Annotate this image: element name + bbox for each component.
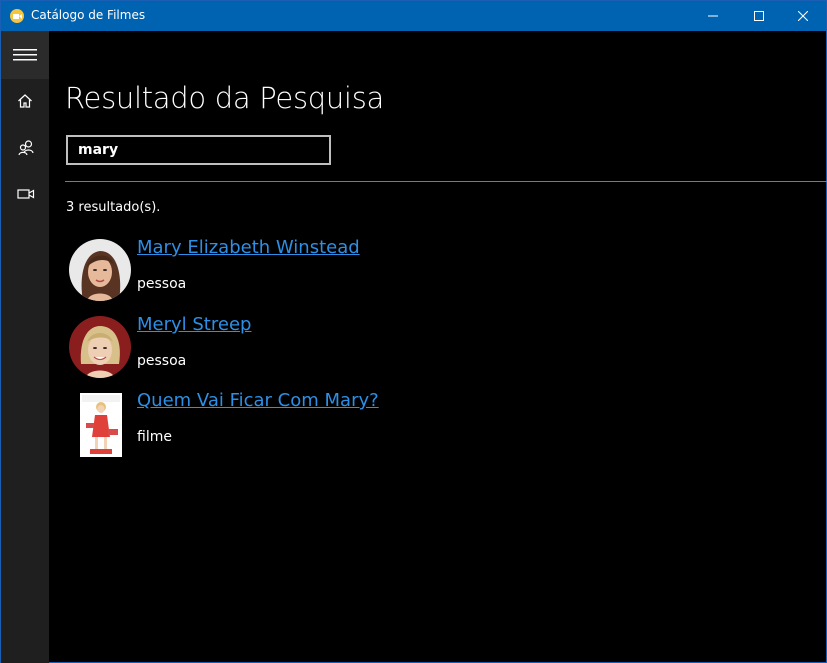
app-window: Catálogo de Filmes Resultado da Pesquisa… — [0, 0, 827, 663]
result-type: pessoa — [137, 276, 187, 292]
maximize-icon — [754, 11, 764, 21]
window-title: Catálogo de Filmes — [31, 8, 146, 22]
minimize-button[interactable] — [690, 1, 736, 31]
home-icon — [18, 94, 32, 108]
search-input[interactable] — [68, 137, 329, 163]
hamburger-menu-button[interactable] — [1, 31, 49, 79]
close-icon — [798, 11, 808, 21]
list-item: Mary Elizabeth Winstead pessoa — [67, 237, 767, 307]
result-title-link[interactable]: Meryl Streep — [137, 314, 251, 335]
hamburger-menu-icon — [13, 49, 37, 61]
list-item: Meryl Streep pessoa — [67, 314, 767, 384]
people-icon — [18, 140, 34, 156]
nav-item-people[interactable] — [1, 125, 49, 171]
result-count: 3 resultado(s). — [66, 200, 161, 215]
result-type: pessoa — [137, 353, 187, 369]
page-title: Resultado da Pesquisa — [65, 81, 384, 115]
maximize-button[interactable] — [736, 1, 782, 31]
close-button[interactable] — [780, 1, 826, 31]
avatar[interactable] — [69, 239, 131, 301]
movie-poster[interactable] — [80, 393, 122, 457]
search-box[interactable] — [66, 135, 331, 165]
minimize-icon — [708, 15, 718, 17]
avatar[interactable] — [69, 316, 131, 378]
divider — [65, 181, 827, 182]
result-title-link[interactable]: Quem Vai Ficar Com Mary? — [137, 390, 379, 411]
list-item: Quem Vai Ficar Com Mary? filme — [67, 390, 767, 460]
title-bar[interactable]: Catálogo de Filmes — [1, 1, 826, 31]
result-type: filme — [137, 429, 172, 445]
nav-item-movies[interactable] — [1, 173, 49, 219]
film-camera-icon — [10, 9, 24, 23]
result-title-link[interactable]: Mary Elizabeth Winstead — [137, 237, 360, 258]
nav-item-home[interactable] — [1, 79, 49, 125]
video-camera-icon — [17, 189, 35, 199]
